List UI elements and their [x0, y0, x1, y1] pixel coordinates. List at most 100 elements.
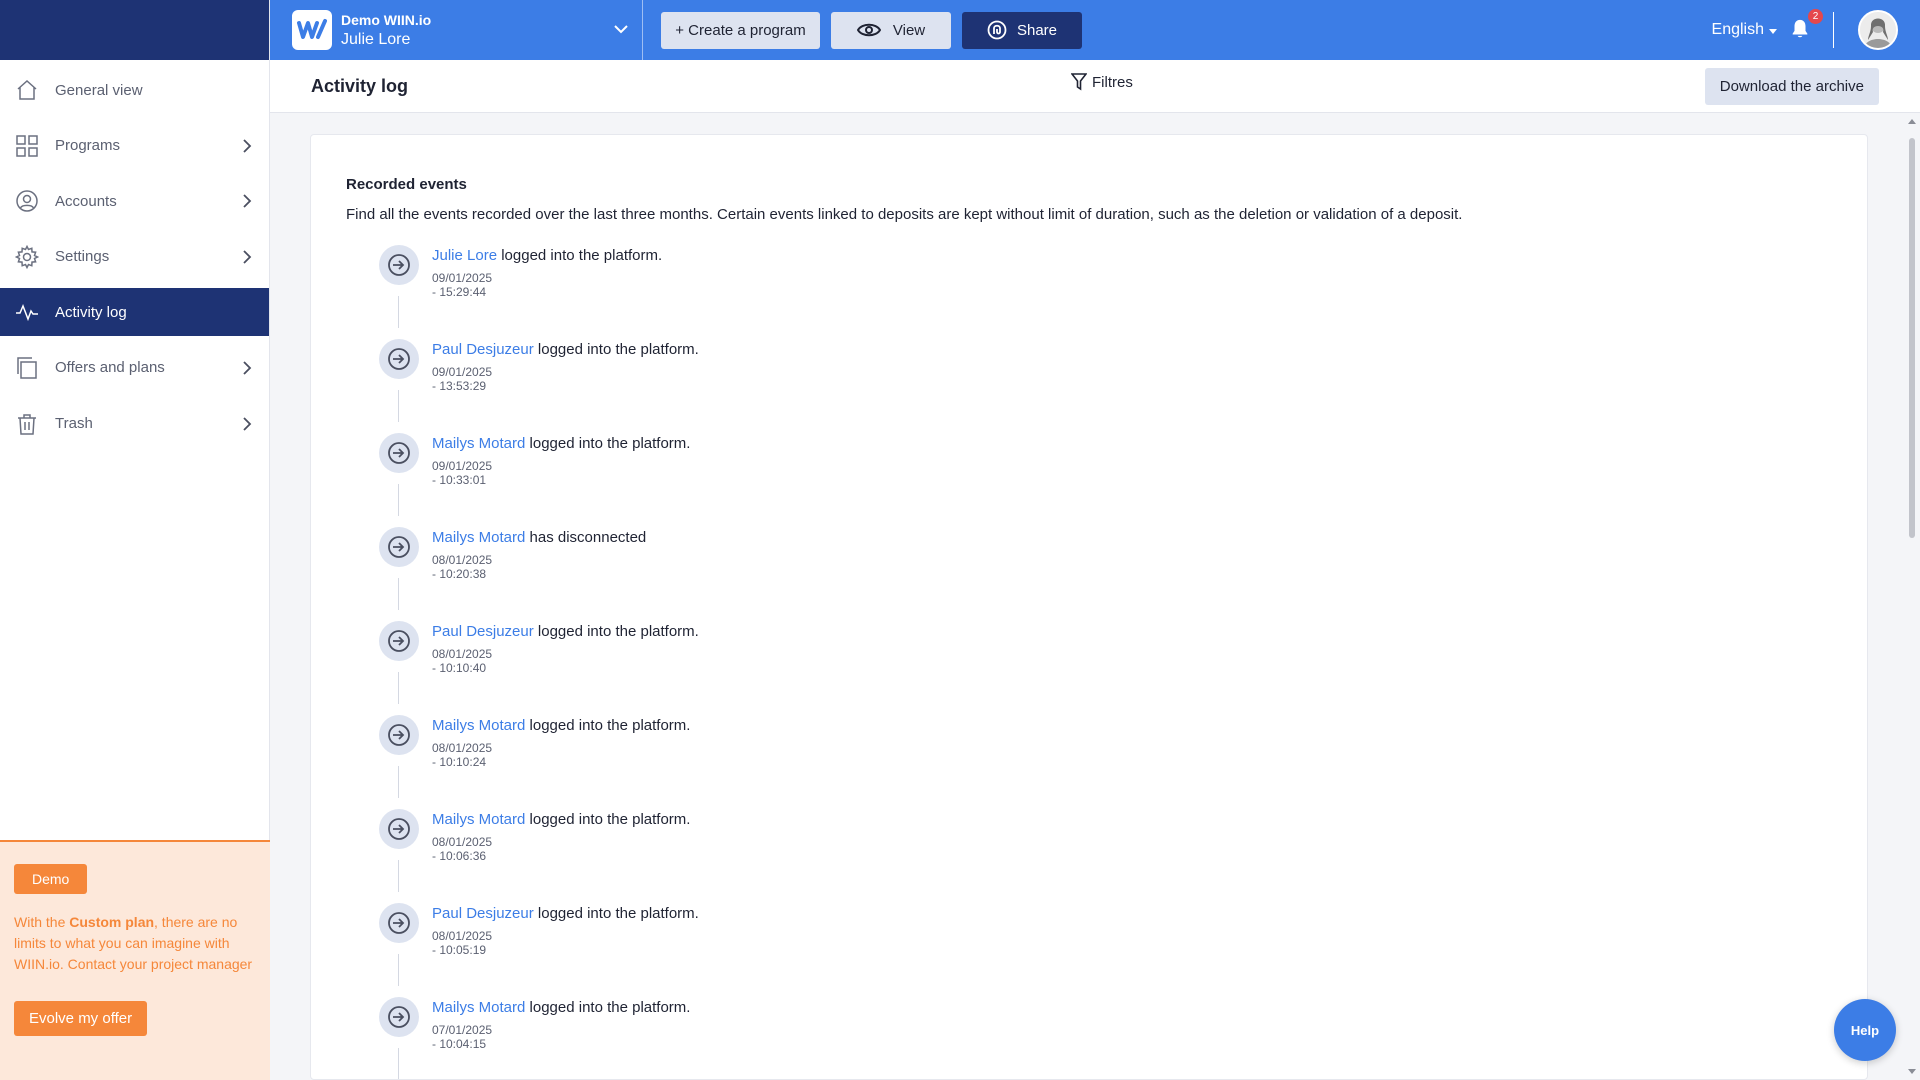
- view-button[interactable]: View: [831, 11, 951, 49]
- chevron-right-icon: [239, 193, 255, 209]
- event-text: Paul Desjuzeur logged into the platform.: [432, 623, 699, 640]
- workspace-name: Demo WIIN.io: [341, 11, 432, 28]
- page-scrollbar[interactable]: [1904, 113, 1920, 1080]
- scroll-up-icon[interactable]: [1908, 119, 1916, 124]
- download-archive-button[interactable]: Download the archive: [1704, 68, 1879, 105]
- activity-icon: [14, 299, 40, 325]
- timeline-connector: [398, 296, 399, 328]
- promo-text-plan: Custom plan: [69, 914, 155, 930]
- event-action: logged into the platform.: [529, 717, 691, 734]
- trash-icon: [14, 411, 40, 437]
- language-selector[interactable]: English: [1712, 21, 1777, 39]
- login-icon: [379, 433, 419, 473]
- sidebar-item-label: Accounts: [55, 192, 117, 210]
- scroll-down-icon[interactable]: [1908, 1069, 1916, 1074]
- share-button[interactable]: Share: [962, 11, 1082, 49]
- help-button[interactable]: Help: [1834, 999, 1896, 1061]
- filters-button[interactable]: Filtres: [1071, 73, 1133, 91]
- sidebar-item-label: General view: [55, 81, 143, 99]
- notifications-button[interactable]: 2: [1789, 9, 1823, 42]
- share-button-label: Share: [1016, 21, 1058, 39]
- event-user-link[interactable]: Paul Desjuzeur: [432, 623, 534, 640]
- event-user-link[interactable]: Mailys Motard: [432, 717, 525, 734]
- view-button-label: View: [892, 21, 926, 39]
- timeline-connector: [398, 390, 399, 422]
- event-user-link[interactable]: Mailys Motard: [432, 529, 525, 546]
- event-timestamp: 08/01/2025 - 10:05:19: [432, 929, 493, 957]
- event-user-link[interactable]: Mailys Motard: [432, 811, 525, 828]
- timeline-connector: [398, 954, 399, 986]
- eye-icon: [856, 23, 881, 37]
- event-text: Julie Lore logged into the platform.: [432, 247, 662, 264]
- scrollbar-thumb[interactable]: [1909, 138, 1915, 538]
- login-icon: [379, 339, 419, 379]
- sidebar-item-offers-and-plans[interactable]: Offers and plans: [0, 344, 269, 392]
- event-action: logged into the platform.: [537, 905, 699, 922]
- current-user-name: Julie Lore: [341, 30, 411, 48]
- sidebar-header: [0, 0, 269, 60]
- sidebar-item-label: Trash: [55, 415, 93, 433]
- plan-badge: Demo: [14, 864, 88, 894]
- event-action: logged into the platform.: [529, 999, 691, 1016]
- sidebar-item-label: Settings: [55, 248, 110, 266]
- chevron-right-icon: [239, 138, 255, 154]
- event-text: Paul Desjuzeur logged into the platform.: [432, 341, 699, 358]
- grid-icon: [14, 133, 40, 159]
- event-user-link[interactable]: Julie Lore: [432, 247, 497, 264]
- event-text: Mailys Motard logged into the platform.: [432, 999, 690, 1016]
- sidebar-item-accounts[interactable]: Accounts: [0, 177, 269, 225]
- sidebar: General view Programs Accounts Settings …: [0, 0, 270, 1080]
- sidebar-nav: General view Programs Accounts Settings …: [0, 60, 269, 448]
- event-user-link[interactable]: Paul Desjuzeur: [432, 905, 534, 922]
- event-timestamp: 08/01/2025 - 10:06:36: [432, 835, 493, 863]
- timeline-connector: [398, 578, 399, 610]
- plan-promo: Demo With the Custom plan, there are no …: [0, 840, 270, 1080]
- section-description: Find all the events recorded over the la…: [346, 206, 1463, 223]
- filter-icon: [1071, 73, 1087, 91]
- login-icon: [379, 621, 419, 661]
- chevron-down-icon: [612, 20, 630, 38]
- caret-down-icon: [1769, 28, 1777, 34]
- workspace-switcher[interactable]: Demo WIIN.io Julie Lore: [270, 0, 643, 60]
- timeline-connector: [398, 672, 399, 704]
- login-icon: [379, 903, 419, 943]
- sidebar-item-programs[interactable]: Programs: [0, 122, 269, 170]
- promo-text: With the Custom plan, there are no limit…: [14, 912, 256, 975]
- bell-icon: [1792, 19, 1808, 38]
- event-user-link[interactable]: Mailys Motard: [432, 999, 525, 1016]
- event-user-link[interactable]: Paul Desjuzeur: [432, 341, 534, 358]
- timeline-connector: [398, 860, 399, 892]
- user-avatar[interactable]: [1858, 10, 1898, 50]
- event-timestamp: 08/01/2025 - 10:20:38: [432, 553, 493, 581]
- evolve-offer-button[interactable]: Evolve my offer: [14, 1001, 148, 1036]
- header-divider: [1833, 12, 1834, 48]
- timeline-connector: [398, 1048, 399, 1079]
- sidebar-item-settings[interactable]: Settings: [0, 233, 269, 281]
- recorded-events-card: Recorded events Find all the events reco…: [310, 134, 1868, 1080]
- copy-icon: [14, 355, 40, 381]
- gear-icon: [14, 244, 40, 270]
- event-action: logged into the platform.: [529, 435, 691, 452]
- section-heading: Recorded events: [346, 176, 467, 193]
- sidebar-item-activity-log[interactable]: Activity log: [0, 288, 269, 337]
- notification-count-badge: 2: [1808, 9, 1823, 24]
- sidebar-item-label: Programs: [55, 137, 121, 155]
- language-label: English: [1711, 21, 1764, 38]
- event-text: Paul Desjuzeur logged into the platform.: [432, 905, 699, 922]
- create-program-button[interactable]: + Create a program: [661, 11, 820, 49]
- event-text: Mailys Motard logged into the platform.: [432, 717, 690, 734]
- share-icon: [987, 20, 1007, 40]
- sidebar-item-label: Offers and plans: [55, 359, 165, 377]
- event-text: Mailys Motard has disconnected: [432, 529, 646, 546]
- timeline-connector: [398, 766, 399, 798]
- event-action: has disconnected: [529, 529, 647, 546]
- page-title: Activity log: [311, 76, 409, 96]
- event-user-link[interactable]: Mailys Motard: [432, 435, 525, 452]
- event-timestamp: 09/01/2025 - 10:33:01: [432, 459, 493, 487]
- login-icon: [379, 997, 419, 1037]
- event-timestamp: 08/01/2025 - 10:10:24: [432, 741, 493, 769]
- promo-text-start: With the: [14, 914, 70, 930]
- event-timestamp: 09/01/2025 - 13:53:29: [432, 365, 493, 393]
- sidebar-item-general-view[interactable]: General view: [0, 66, 269, 114]
- sidebar-item-trash[interactable]: Trash: [0, 400, 269, 448]
